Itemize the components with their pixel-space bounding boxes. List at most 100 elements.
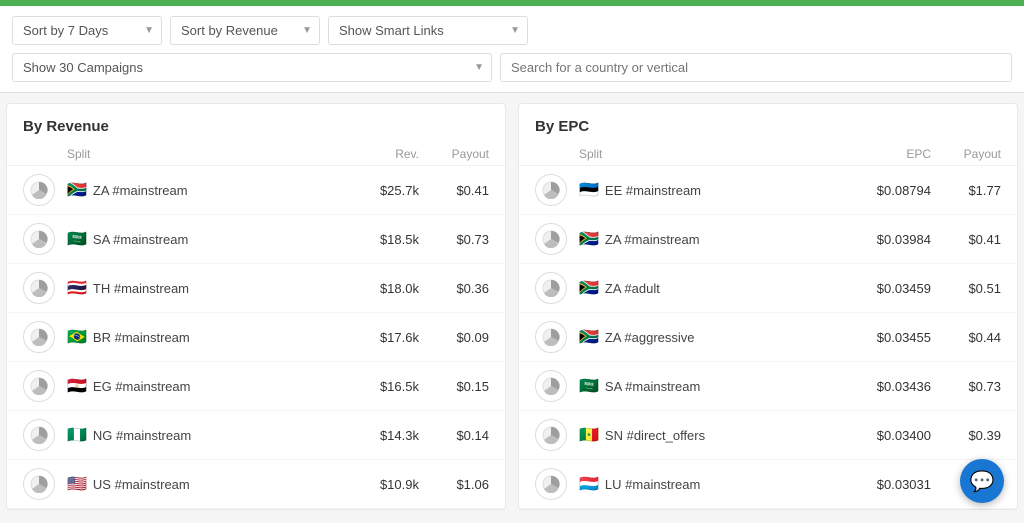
split-cell: 🇪🇪 EE #mainstream [579, 180, 851, 200]
payout-value: $1.77 [931, 183, 1001, 198]
split-label: NG #mainstream [93, 428, 191, 443]
pie-svg [542, 328, 560, 346]
table-row: 🇪🇪 EE #mainstream $0.08794 $1.77 [519, 166, 1017, 215]
pie-chart-icon[interactable] [23, 370, 55, 402]
split-label: ZA #adult [605, 281, 660, 296]
split-cell: 🇿🇦 ZA #mainstream [67, 180, 349, 200]
flag-icon: 🇿🇦 [579, 327, 599, 347]
epc-header: EPC [851, 147, 931, 161]
pie-chart-icon[interactable] [23, 419, 55, 451]
payout-value: $0.39 [931, 428, 1001, 443]
show-campaigns-select[interactable]: Show 30 Campaigns Show 10 Campaigns Show… [12, 53, 492, 82]
flag-icon: 🇸🇦 [67, 229, 87, 249]
table-row: 🇪🇬 EG #mainstream $16.5k $0.15 [7, 362, 505, 411]
show-campaigns-wrapper: Show 30 Campaigns Show 10 Campaigns Show… [12, 53, 492, 82]
sort-by-days-wrapper: Sort by 7 Days Sort by 1 Day Sort by 30 … [12, 16, 162, 45]
table-row: 🇸🇳 SN #direct_offers $0.03400 $0.39 [519, 411, 1017, 460]
split-label: ZA #aggressive [605, 330, 695, 345]
rev-value: $10.9k [349, 477, 419, 492]
rev-value: $14.3k [349, 428, 419, 443]
table-row: 🇿🇦 ZA #adult $0.03459 $0.51 [519, 264, 1017, 313]
pie-chart-icon[interactable] [535, 272, 567, 304]
split-cell: 🇿🇦 ZA #aggressive [579, 327, 851, 347]
pie-chart-icon[interactable] [535, 321, 567, 353]
split-cell: 🇿🇦 ZA #adult [579, 278, 851, 298]
table-row: 🇿🇦 ZA #mainstream $25.7k $0.41 [7, 166, 505, 215]
split-label: SN #direct_offers [605, 428, 705, 443]
table-row: 🇸🇦 SA #mainstream $0.03436 $0.73 [519, 362, 1017, 411]
pie-svg [30, 475, 48, 493]
flag-icon: 🇳🇬 [67, 425, 87, 445]
split-cell: 🇿🇦 ZA #mainstream [579, 229, 851, 249]
payout-value: $0.44 [931, 330, 1001, 345]
show-smart-links-select[interactable]: Show Smart Links Hide Smart Links [328, 16, 528, 45]
table-row: 🇳🇬 NG #mainstream $14.3k $0.14 [7, 411, 505, 460]
chat-bubble-button[interactable]: 💬 [960, 459, 1004, 503]
pie-chart-icon[interactable] [23, 321, 55, 353]
rev-value: $25.7k [349, 183, 419, 198]
pie-svg [30, 426, 48, 444]
rev-value: $16.5k [349, 379, 419, 394]
split-label: US #mainstream [93, 477, 190, 492]
flag-icon: 🇸🇦 [579, 376, 599, 396]
pie-svg [30, 328, 48, 346]
flag-icon: 🇪🇪 [579, 180, 599, 200]
chat-icon: 💬 [970, 469, 995, 494]
payout-value: $0.14 [419, 428, 489, 443]
split-label: EE #mainstream [605, 183, 701, 198]
pie-chart-icon[interactable] [535, 223, 567, 255]
pie-svg [30, 377, 48, 395]
payout-value: $1.06 [419, 477, 489, 492]
pie-chart-icon[interactable] [535, 370, 567, 402]
sort-by-days-select[interactable]: Sort by 7 Days Sort by 1 Day Sort by 30 … [12, 16, 162, 45]
flag-icon: 🇧🇷 [67, 327, 87, 347]
split-cell: 🇺🇸 US #mainstream [67, 474, 349, 494]
pie-chart-icon[interactable] [535, 468, 567, 500]
search-input[interactable] [500, 53, 1012, 82]
payout-value: $0.41 [931, 232, 1001, 247]
by-revenue-panel: By Revenue Split Rev. Payout 🇿🇦 ZA #main… [6, 103, 506, 510]
split-label: TH #mainstream [93, 281, 189, 296]
pie-svg [30, 279, 48, 297]
flag-icon: 🇹🇭 [67, 278, 87, 298]
payout-value: $0.73 [931, 379, 1001, 394]
pie-svg [542, 377, 560, 395]
rev-header: Rev. [349, 147, 419, 161]
epc-value: $0.03459 [851, 281, 931, 296]
split-label: BR #mainstream [93, 330, 190, 345]
payout-value: $0.41 [419, 183, 489, 198]
flag-icon: 🇿🇦 [67, 180, 87, 200]
split-cell: 🇪🇬 EG #mainstream [67, 376, 349, 396]
by-epc-header: Split EPC Payout [519, 143, 1017, 166]
pie-svg [542, 475, 560, 493]
table-row: 🇱🇺 LU #mainstream $0.03031 $3.67 [519, 460, 1017, 509]
flag-icon: 🇿🇦 [579, 278, 599, 298]
payout-value: $0.09 [419, 330, 489, 345]
pie-chart-icon[interactable] [23, 174, 55, 206]
pie-svg [30, 230, 48, 248]
table-row: 🇹🇭 TH #mainstream $18.0k $0.36 [7, 264, 505, 313]
pie-chart-icon[interactable] [23, 272, 55, 304]
split-header: Split [67, 147, 349, 161]
flag-icon: 🇺🇸 [67, 474, 87, 494]
by-revenue-title: By Revenue [7, 104, 505, 143]
flag-icon: 🇸🇳 [579, 425, 599, 445]
pie-chart-icon[interactable] [535, 419, 567, 451]
split-label: ZA #mainstream [605, 232, 700, 247]
table-row: 🇺🇸 US #mainstream $10.9k $1.06 [7, 460, 505, 509]
flag-icon: 🇱🇺 [579, 474, 599, 494]
split-cell: 🇧🇷 BR #mainstream [67, 327, 349, 347]
pie-chart-icon[interactable] [23, 468, 55, 500]
pie-chart-icon[interactable] [535, 174, 567, 206]
sort-by-revenue-select[interactable]: Sort by Revenue Sort by EPC Sort by Payo… [170, 16, 320, 45]
epc-value: $0.03400 [851, 428, 931, 443]
pie-svg [542, 426, 560, 444]
split-cell: 🇸🇳 SN #direct_offers [579, 425, 851, 445]
by-revenue-header: Split Rev. Payout [7, 143, 505, 166]
payout-header: Payout [419, 147, 489, 161]
pie-chart-icon[interactable] [23, 223, 55, 255]
epc-value: $0.03455 [851, 330, 931, 345]
sort-by-revenue-wrapper: Sort by Revenue Sort by EPC Sort by Payo… [170, 16, 320, 45]
pie-svg [542, 181, 560, 199]
epc-value: $0.03984 [851, 232, 931, 247]
